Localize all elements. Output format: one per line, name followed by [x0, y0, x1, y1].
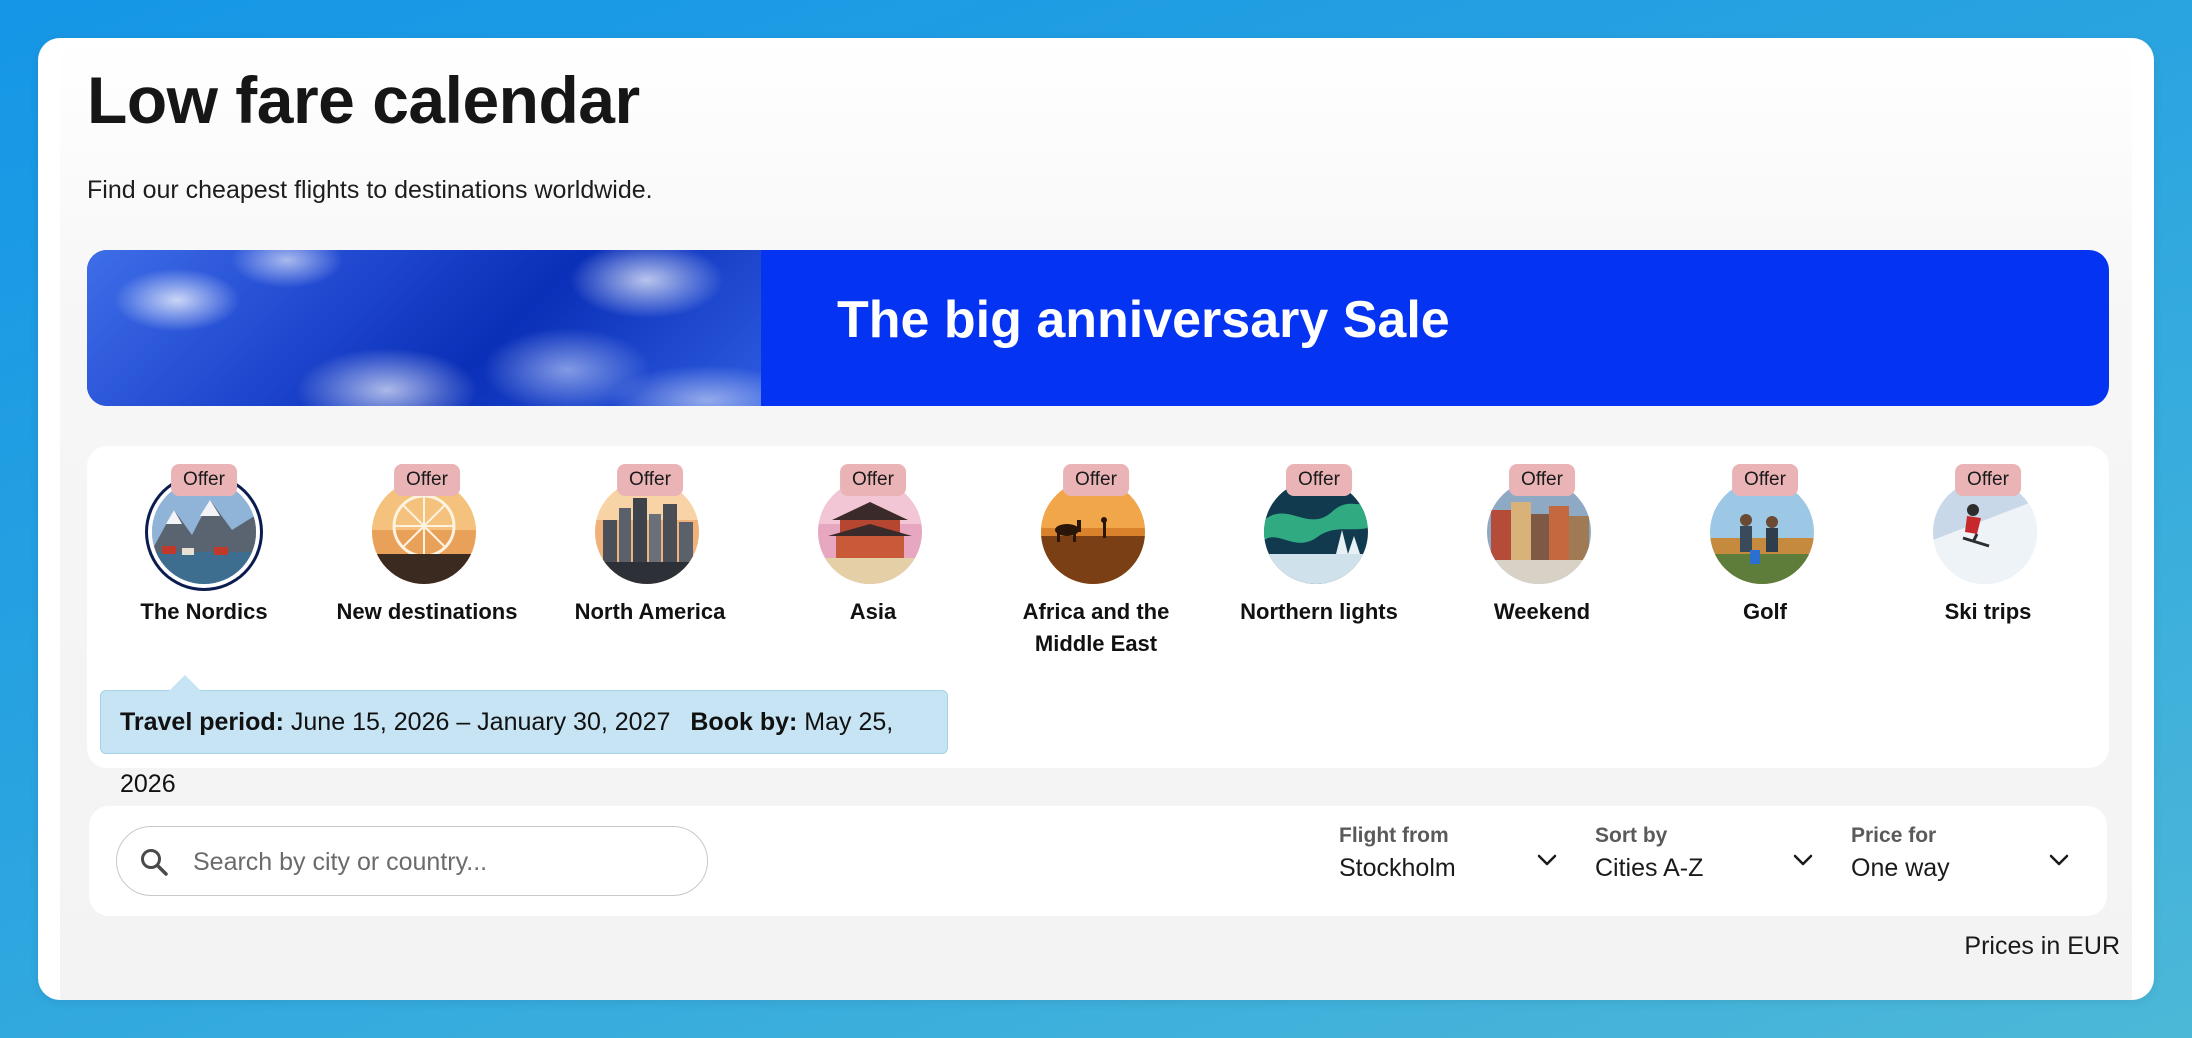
category-the-nordics[interactable]: Offer The Nordics — [104, 464, 304, 628]
sort-by-select[interactable]: Sort by Cities A-Z — [1595, 822, 1815, 898]
offer-badge: Offer — [1063, 464, 1129, 496]
category-africa-middle-east[interactable]: Offer Africa and the Middle East — [996, 464, 1196, 660]
category-asia[interactable]: Offer Asia — [773, 464, 973, 628]
category-label: Weekend — [1493, 599, 1591, 624]
offer-badge: Offer — [171, 464, 237, 496]
offer-badge: Offer — [617, 464, 683, 496]
category-image-wrap: Offer — [1264, 464, 1374, 584]
offer-badge: Offer — [1732, 464, 1798, 496]
price-for-select[interactable]: Price for One way — [1851, 822, 2071, 898]
category-label: Northern lights — [1240, 599, 1398, 624]
category-image-wrap: Offer — [1710, 464, 1820, 584]
sort-by-value: Cities A-Z — [1595, 854, 1704, 882]
category-label: New destinations — [336, 599, 518, 624]
offer-badge: Offer — [1509, 464, 1575, 496]
category-north-america[interactable]: Offer North America — [550, 464, 750, 628]
flight-from-value: Stockholm — [1339, 854, 1456, 882]
chevron-down-icon — [1537, 854, 1557, 866]
search-input[interactable] — [191, 827, 695, 897]
sort-by-label: Sort by — [1595, 824, 1668, 847]
category-label: The Nordics — [140, 599, 268, 624]
page-title: Low fare calendar — [87, 63, 640, 137]
search-icon — [141, 849, 168, 876]
offer-badge: Offer — [1955, 464, 2021, 496]
category-ski-trips[interactable]: Offer Ski trips — [1888, 464, 2088, 628]
chevron-down-icon — [1793, 854, 1813, 866]
currency-note: Prices in EUR — [1964, 932, 2120, 960]
category-weekend[interactable]: Offer Weekend — [1442, 464, 1642, 628]
category-image-wrap: Offer — [372, 464, 482, 584]
travel-period-info: Travel period: June 15, 2026 – January 3… — [100, 675, 948, 798]
category-image-wrap: Offer — [1041, 464, 1151, 584]
banner-title: The big anniversary Sale — [837, 291, 1450, 349]
category-label: Africa and the Middle East — [1022, 599, 1170, 656]
book-by-label: Book by: — [690, 708, 798, 736]
category-northern-lights[interactable]: Offer Northern lights — [1219, 464, 1419, 628]
price-for-value: One way — [1851, 854, 1950, 882]
search-box[interactable] — [116, 826, 708, 897]
category-label: North America — [574, 599, 726, 624]
chevron-down-icon — [2049, 854, 2069, 866]
offer-badge: Offer — [394, 464, 460, 496]
price-for-label: Price for — [1851, 824, 1937, 847]
flight-from-label: Flight from — [1339, 824, 1449, 847]
category-image-wrap: Offer — [818, 464, 928, 584]
category-label: Ski trips — [1944, 599, 2032, 624]
category-image-wrap: Offer — [595, 464, 705, 584]
category-label: Golf — [1743, 599, 1787, 624]
sale-banner[interactable]: The big anniversary Sale — [87, 250, 2109, 406]
travel-period-value: June 15, 2026 – January 30, 2027 — [290, 708, 671, 736]
category-image-wrap: Offer — [1933, 464, 2043, 584]
category-label: Asia — [849, 599, 897, 624]
page-subtitle: Find our cheapest flights to destination… — [87, 176, 653, 204]
flight-from-select[interactable]: Flight from Stockholm — [1339, 822, 1559, 898]
category-new-destinations[interactable]: Offer New destinations — [327, 464, 527, 628]
travel-period-label: Travel period: — [120, 708, 284, 736]
banner-cloud-image — [87, 250, 761, 406]
category-golf[interactable]: Offer Golf — [1665, 464, 1865, 628]
category-image-wrap: Offer — [149, 464, 259, 584]
offer-badge: Offer — [840, 464, 906, 496]
offer-badge: Offer — [1286, 464, 1352, 496]
filter-bar: Flight from Stockholm Sort by Cities A-Z… — [89, 806, 2107, 916]
category-image-wrap: Offer — [1487, 464, 1597, 584]
category-carousel: Offer The Nordics Offer New destinations — [87, 446, 2109, 798]
